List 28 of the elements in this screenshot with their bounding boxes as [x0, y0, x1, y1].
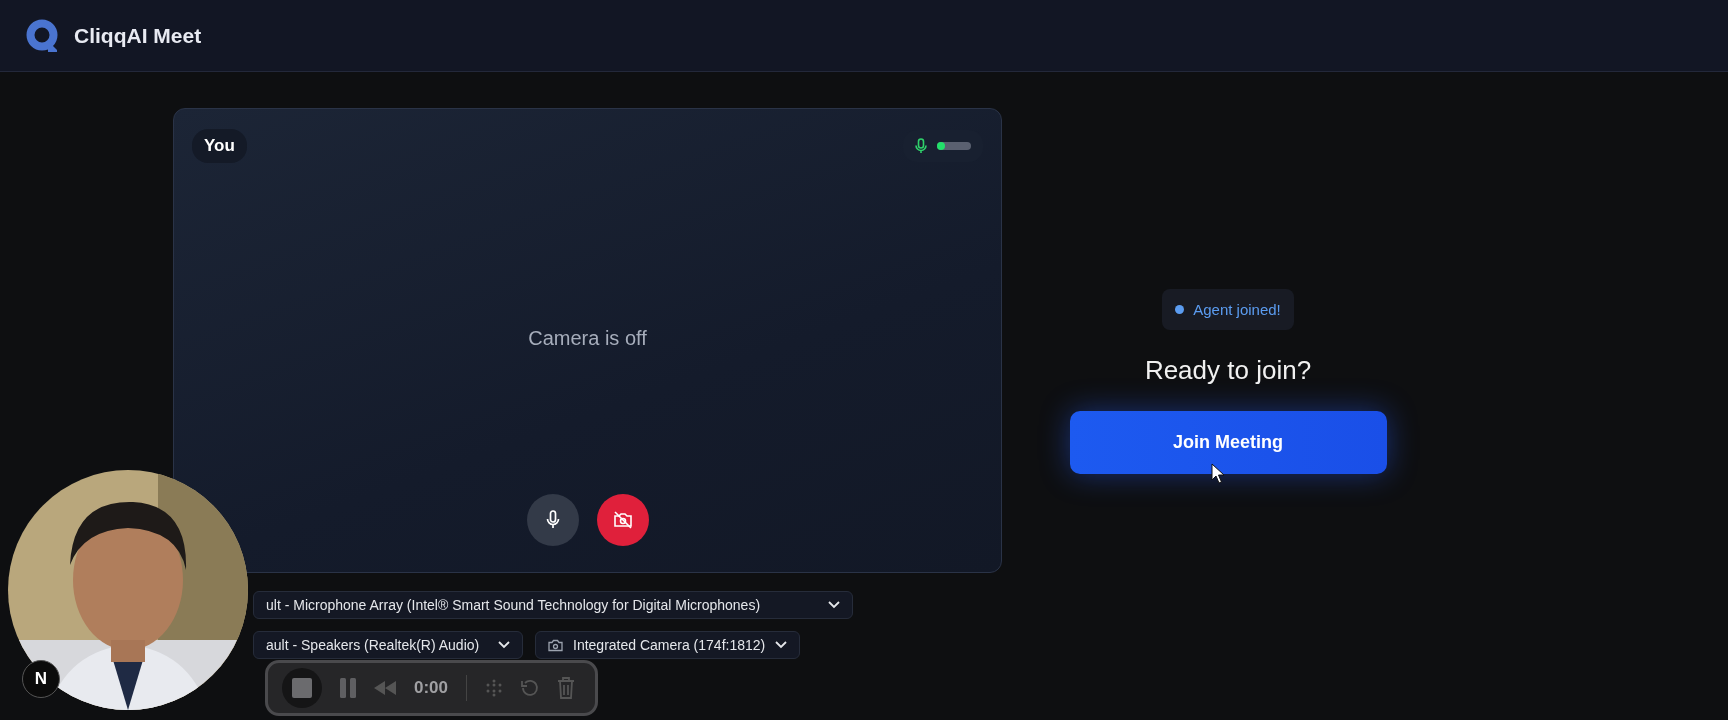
stop-icon	[292, 678, 312, 698]
rewind-icon[interactable]	[374, 681, 396, 695]
name-badge: You	[192, 129, 247, 163]
camera-status: Camera is off	[527, 326, 648, 351]
status-badge: Agent joined!	[1162, 289, 1294, 330]
chevron-down-icon	[828, 601, 840, 609]
microphone-select[interactable]: ult - Microphone Array (Intel® Smart Sound Technology for Digital Microphones)	[253, 591, 853, 619]
speaker-select[interactable]: ault - Speakers (Realtek(R) Audio)	[253, 631, 523, 659]
pause-icon[interactable]	[340, 678, 356, 698]
pointer-icon	[1211, 463, 1225, 484]
dots-grid-icon[interactable]	[485, 679, 504, 697]
chevron-down-icon	[775, 641, 788, 649]
camera-button[interactable]	[596, 494, 649, 546]
dev-badge[interactable]: N	[22, 660, 60, 698]
join-meeting-button[interactable]: Join Meeting	[1069, 411, 1387, 474]
microphone-icon	[545, 510, 560, 530]
camera-select[interactable]: Integrated Camera (174f:1812)	[535, 631, 801, 659]
trash-icon[interactable]	[557, 677, 576, 699]
stop-button[interactable]	[282, 668, 322, 708]
camera-icon	[548, 638, 563, 652]
logo-icon	[26, 18, 60, 53]
camera-off-icon	[612, 511, 633, 529]
microphone-icon	[915, 138, 927, 154]
recording-time: 0:00	[414, 678, 449, 698]
ready-heading: Ready to join?	[1144, 355, 1312, 386]
brand-name: CliqqAI Meet	[74, 23, 202, 48]
chevron-down-icon	[498, 641, 510, 649]
reload-icon[interactable]	[521, 679, 540, 697]
